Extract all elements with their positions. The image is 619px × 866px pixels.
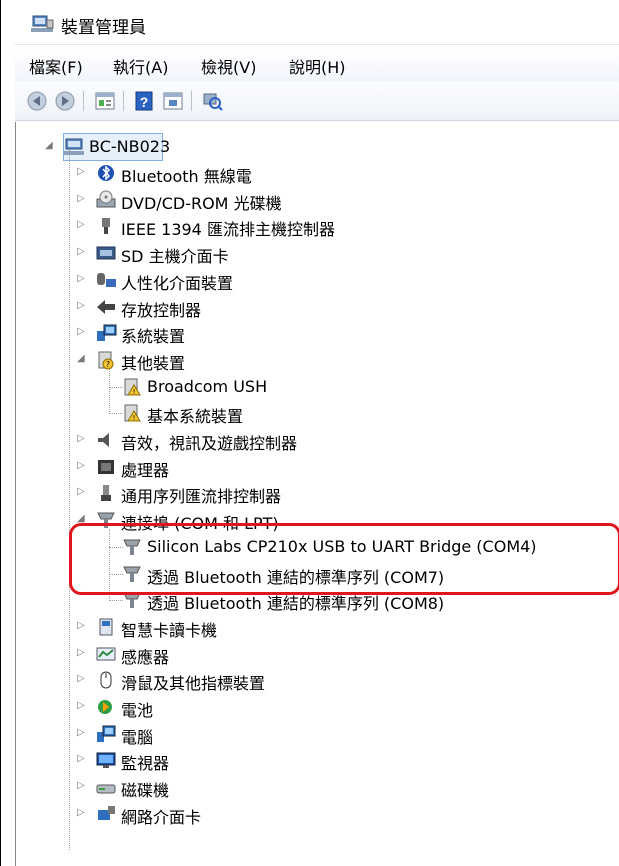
menu-file[interactable]: 檔案(F) bbox=[29, 54, 83, 78]
forward-icon[interactable] bbox=[53, 90, 77, 112]
other-device-icon: ? bbox=[98, 351, 114, 370]
tree-node-label: 存放控制器 bbox=[121, 300, 202, 320]
tree-node-label: Bluetooth 無線電 bbox=[121, 167, 252, 186]
tree-root-label: BC-NB023 bbox=[89, 137, 171, 156]
system-device-icon bbox=[97, 324, 117, 342]
storage-controller-icon bbox=[97, 299, 115, 314]
tree-child-label: 基本系統裝置 bbox=[147, 407, 244, 427]
menu-view[interactable]: 檢視(V) bbox=[201, 54, 256, 78]
device-manager-icon bbox=[31, 15, 54, 32]
expand-icon[interactable]: ▷ bbox=[77, 300, 89, 312]
expand-icon[interactable]: ▷ bbox=[77, 647, 89, 659]
expand-icon[interactable]: ▷ bbox=[77, 753, 89, 765]
processor-icon bbox=[98, 459, 114, 474]
tree-node-label: 電池 bbox=[121, 701, 154, 720]
sensor-icon bbox=[96, 647, 116, 661]
title-bar: 裝置管理員 bbox=[7, 0, 619, 44]
highlight-annotation bbox=[69, 523, 619, 595]
expand-icon[interactable]: ▷ bbox=[77, 780, 89, 792]
tree-node-label: 磁碟機 bbox=[121, 781, 170, 801]
network-adapter-icon bbox=[98, 805, 115, 820]
mouse-icon bbox=[100, 671, 112, 689]
warn-device-icon: ! bbox=[124, 404, 141, 422]
svg-text:?: ? bbox=[106, 360, 110, 369]
computer-icon bbox=[64, 138, 84, 155]
tree-node-label: 電腦 bbox=[121, 727, 154, 747]
menu-help[interactable]: 說明(H) bbox=[289, 54, 346, 78]
tree-node-label: 人性化介面裝置 bbox=[121, 273, 234, 293]
tree-node-label: 感應器 bbox=[121, 647, 170, 667]
svg-text:?: ? bbox=[140, 94, 149, 110]
expand-icon[interactable]: ▷ bbox=[77, 193, 89, 205]
expand-icon[interactable]: ▷ bbox=[77, 219, 89, 231]
tree-node-label: 音效，視訊及遊戲控制器 bbox=[121, 434, 298, 453]
svg-text:!: ! bbox=[133, 388, 136, 396]
collapse-icon[interactable]: ◢ bbox=[77, 353, 89, 365]
hid-icon bbox=[97, 272, 116, 287]
battery-icon bbox=[98, 700, 112, 714]
expand-icon[interactable]: ▷ bbox=[77, 673, 89, 685]
tree-child-label: Broadcom USH bbox=[147, 376, 268, 396]
tree-node-label: 其他裝置 bbox=[121, 353, 186, 373]
expand-icon[interactable]: ▷ bbox=[77, 433, 89, 445]
expand-icon[interactable]: ▷ bbox=[77, 246, 89, 258]
tree-node-label: 監視器 bbox=[121, 754, 170, 774]
tree-node-label: 網路介面卡 bbox=[121, 807, 202, 827]
dvd-drive-icon bbox=[96, 190, 116, 208]
menu-action[interactable]: 執行(A) bbox=[113, 54, 168, 78]
warn-device-icon: ! bbox=[124, 378, 141, 396]
computer-icon bbox=[97, 725, 116, 742]
disk-drive-icon bbox=[96, 784, 116, 794]
tree-node-label: 通用序列匯流排控制器 bbox=[121, 487, 282, 507]
svg-text:!: ! bbox=[133, 414, 136, 422]
tree-node-label: 處理器 bbox=[121, 460, 170, 480]
tree-node-label: IEEE 1394 匯流排主機控制器 bbox=[121, 220, 335, 240]
audio-icon bbox=[98, 433, 109, 447]
smartcard-icon bbox=[99, 618, 113, 636]
expand-icon[interactable]: ▷ bbox=[77, 700, 89, 712]
expand-icon[interactable]: ▷ bbox=[77, 807, 89, 819]
collapse-icon[interactable]: ◢ bbox=[45, 140, 57, 152]
tree-node-label: SD 主機介面卡 bbox=[121, 247, 229, 267]
usb-icon bbox=[101, 485, 111, 502]
back-icon[interactable] bbox=[25, 90, 49, 112]
window-title: 裝置管理員 bbox=[61, 18, 146, 38]
expand-icon[interactable]: ▷ bbox=[77, 460, 89, 472]
toolbar: ? bbox=[15, 82, 619, 121]
expand-icon[interactable]: ▷ bbox=[77, 166, 89, 178]
menu-bar: 檔案(F) 執行(A) 檢視(V) 說明(H) bbox=[15, 44, 619, 84]
properties-icon[interactable] bbox=[93, 90, 117, 112]
tree-connector bbox=[109, 368, 110, 415]
expand-icon[interactable]: ▷ bbox=[77, 326, 89, 338]
help-icon[interactable]: ? bbox=[133, 90, 157, 112]
tree-node-label: DVD/CD-ROM 光碟機 bbox=[121, 193, 282, 213]
expand-icon[interactable]: ▷ bbox=[77, 486, 89, 498]
expand-icon[interactable]: ▷ bbox=[77, 273, 89, 285]
tree-node-label: 智慧卡讀卡機 bbox=[121, 620, 218, 640]
bluetooth-icon bbox=[98, 165, 114, 181]
tree-node-label: 滑鼠及其他指標裝置 bbox=[121, 674, 266, 694]
view-icon[interactable] bbox=[161, 90, 185, 112]
scan-hardware-icon[interactable] bbox=[201, 90, 225, 112]
sd-card-icon bbox=[96, 246, 116, 260]
expand-icon[interactable]: ▷ bbox=[77, 620, 89, 632]
expand-icon[interactable]: ▷ bbox=[77, 727, 89, 739]
monitor-icon bbox=[96, 752, 116, 769]
ieee1394-icon bbox=[102, 218, 110, 235]
tree-connector bbox=[69, 150, 70, 850]
tree-node-label: 系統裝置 bbox=[121, 327, 186, 347]
device-manager-window: 裝置管理員 檔案(F) 執行(A) 檢視(V) 說明(H) ? ◢ BC-NB0… bbox=[0, 0, 619, 866]
